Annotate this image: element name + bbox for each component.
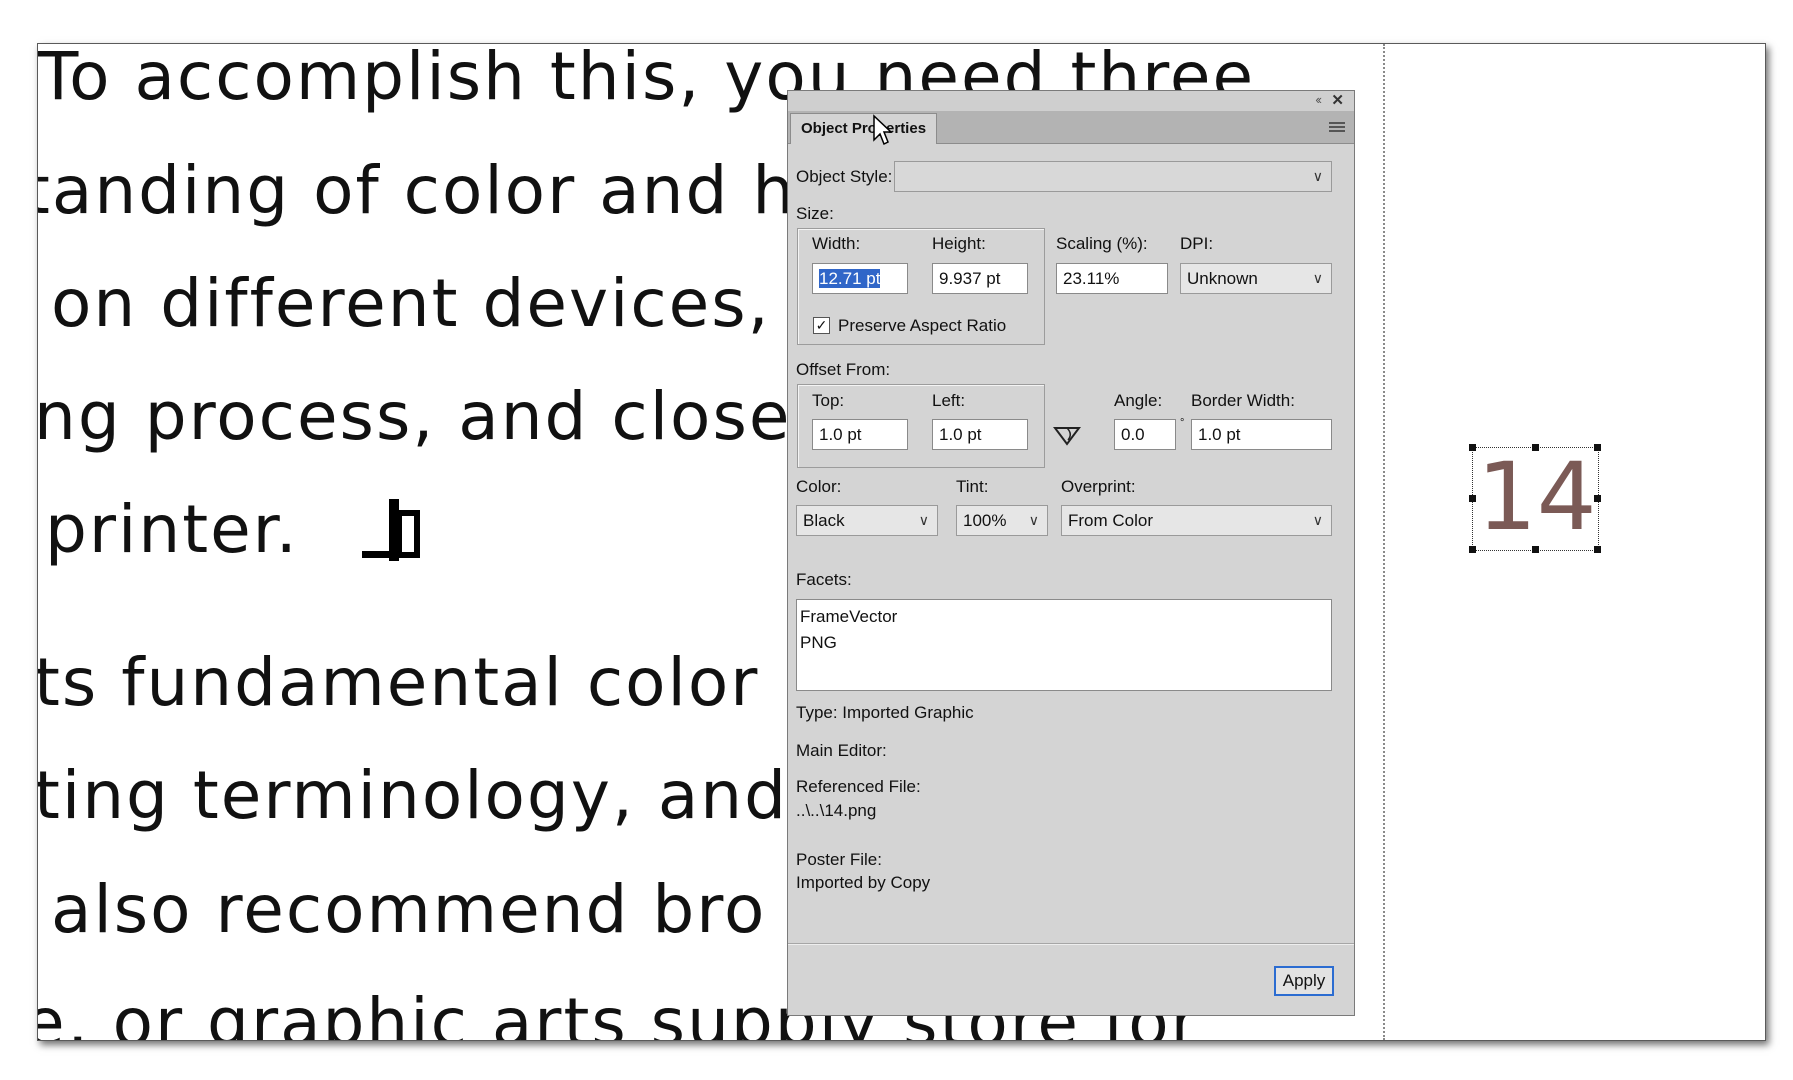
text-line: ting terminology, and (37, 757, 789, 834)
apply-button[interactable]: Apply (1274, 966, 1334, 996)
scaling-label: Scaling (%): (1056, 234, 1148, 253)
tint-value: 100% (963, 511, 1007, 530)
object-properties-panel: ‹‹ ✕ Object Properties Object Style: ∨ S… (787, 90, 1355, 1016)
chevron-down-icon: ∨ (1028, 512, 1039, 528)
resize-handle[interactable] (1469, 444, 1476, 451)
object-style-label: Object Style: (796, 167, 893, 186)
width-value: 12.71 pt (819, 269, 881, 288)
scaling-input[interactable]: 23.11% (1056, 263, 1168, 294)
text-line: ts fundamental color (37, 644, 760, 721)
text-line: printer. (45, 491, 299, 568)
width-label: Width: (812, 234, 861, 253)
offset-from-label: Offset From: (796, 360, 891, 379)
anchored-frame-marker-icon[interactable] (362, 499, 424, 563)
color-value: Black (803, 511, 845, 530)
resize-handle[interactable] (1469, 546, 1476, 553)
collapse-panel-icon[interactable]: ‹‹ (1315, 92, 1322, 107)
left-input[interactable]: 1.0 pt (932, 419, 1028, 450)
dpi-label: DPI: (1180, 234, 1214, 253)
text-line: also recommend bro (51, 871, 767, 948)
left-label: Left: (932, 391, 966, 410)
overprint-label: Overprint: (1061, 477, 1136, 496)
list-item[interactable]: FrameVector (800, 604, 1328, 630)
degree-symbol: ° (1180, 417, 1185, 429)
height-label: Height: (932, 234, 986, 253)
dpi-dropdown[interactable]: Unknown ∨ (1180, 263, 1332, 294)
chevron-down-icon: ∨ (1312, 512, 1323, 528)
object-style-dropdown[interactable]: ∨ (894, 161, 1332, 192)
main-editor-text: Main Editor: (796, 741, 887, 760)
text-line: ng process, and close (37, 378, 792, 455)
chevron-down-icon: ∨ (918, 512, 929, 528)
close-icon[interactable]: ✕ (1331, 91, 1344, 109)
chevron-down-icon: ∨ (1312, 168, 1323, 184)
color-dropdown[interactable]: Black ∨ (796, 505, 938, 536)
poster-file-label: Poster File: (796, 850, 882, 869)
mouse-pointer-icon (873, 114, 892, 146)
preserve-aspect-ratio-label: Preserve Aspect Ratio (838, 316, 1007, 335)
type-text: Type: Imported Graphic (796, 703, 974, 722)
resize-handle[interactable] (1469, 495, 1476, 502)
poster-file-value: Imported by Copy (796, 873, 931, 892)
panel-separator (788, 943, 1354, 945)
color-label: Color: (796, 477, 842, 496)
angle-label: Angle: (1114, 391, 1163, 410)
size-label: Size: (796, 204, 834, 223)
resize-handle[interactable] (1594, 546, 1601, 553)
referenced-file-label: Referenced File: (796, 777, 921, 796)
resize-handle[interactable] (1532, 546, 1539, 553)
facets-list[interactable]: FrameVector PNG (796, 599, 1332, 691)
height-input[interactable]: 9.937 pt (932, 263, 1028, 294)
overprint-dropdown[interactable]: From Color ∨ (1061, 505, 1332, 536)
column-margin-guide (1383, 44, 1385, 1040)
graphic-digits: 14 (1477, 443, 1597, 552)
text-line: tanding of color and h (37, 152, 797, 229)
panel-menu-icon[interactable] (1329, 122, 1345, 134)
overprint-value: From Color (1068, 511, 1154, 530)
list-item[interactable]: PNG (800, 630, 1328, 656)
preserve-aspect-ratio-checkbox[interactable]: ✓ (813, 317, 830, 334)
chevron-down-icon: ∨ (1312, 270, 1323, 286)
text-line: on different devices, (51, 265, 771, 342)
referenced-file-value: ..\..\14.png (796, 801, 877, 820)
panel-titlebar[interactable]: ‹‹ ✕ (788, 91, 1354, 111)
resize-handle[interactable] (1594, 495, 1601, 502)
tab-object-properties[interactable]: Object Properties (790, 113, 938, 144)
resize-handle[interactable] (1532, 444, 1539, 451)
tint-label: Tint: (956, 477, 989, 496)
angle-icon (1053, 427, 1081, 446)
tint-dropdown[interactable]: 100% ∨ (956, 505, 1048, 536)
top-input[interactable]: 1.0 pt (812, 419, 908, 450)
top-label: Top: (812, 391, 845, 410)
width-input[interactable]: 12.71 pt (812, 263, 908, 294)
border-width-label: Border Width: (1191, 391, 1295, 410)
imported-graphic-14[interactable]: 14 (1469, 443, 1601, 553)
dpi-value: Unknown (1187, 269, 1258, 288)
resize-handle[interactable] (1594, 444, 1601, 451)
border-width-input[interactable]: 1.0 pt (1191, 419, 1332, 450)
angle-input[interactable]: 0.0 (1114, 419, 1176, 450)
facets-label: Facets: (796, 570, 852, 589)
